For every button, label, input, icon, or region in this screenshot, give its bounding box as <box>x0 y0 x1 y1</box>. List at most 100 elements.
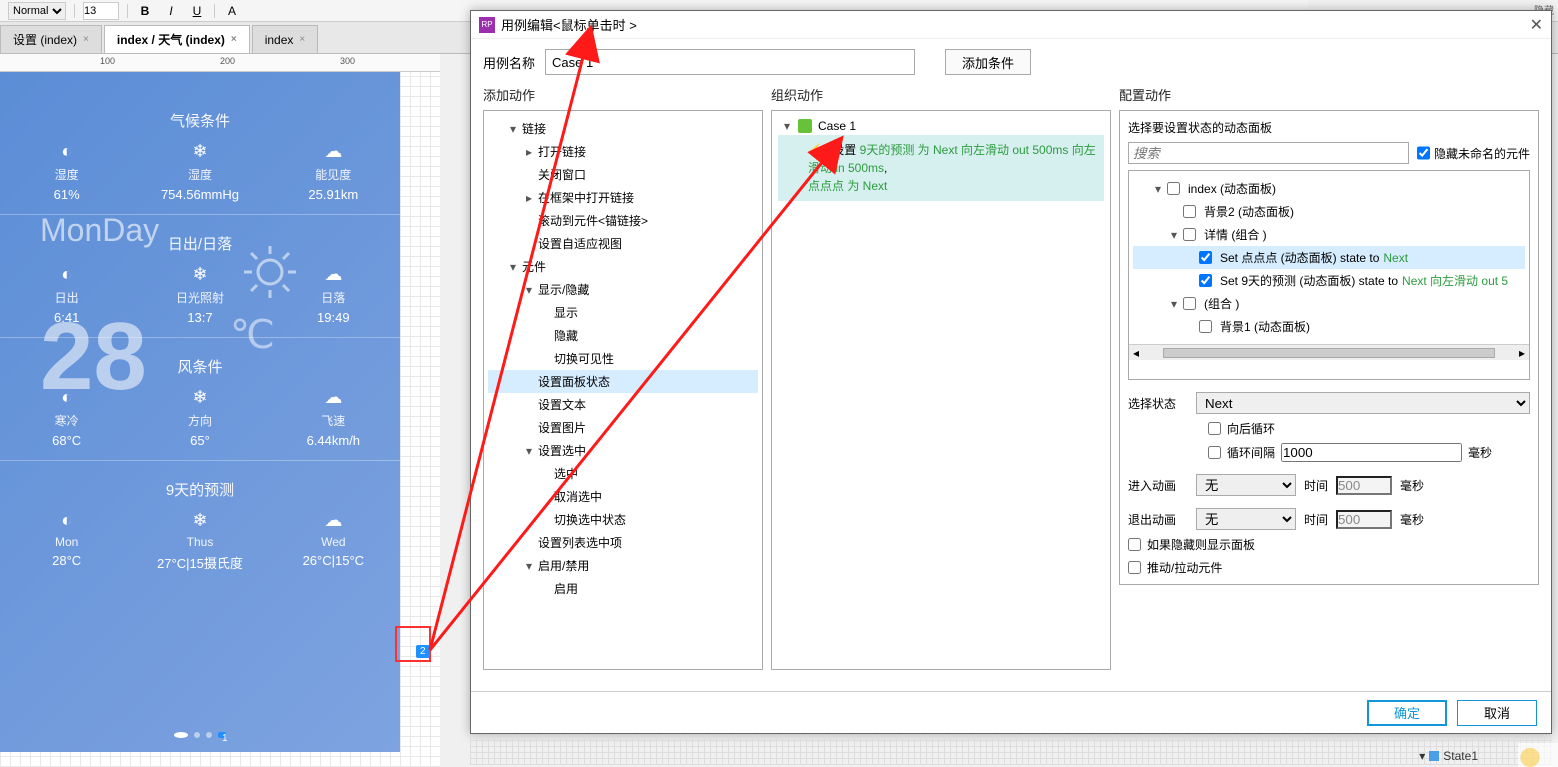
widget-tree-item[interactable]: Set 9天的预测 (动态面板) state to Next 向左滑动 out … <box>1133 269 1525 292</box>
style-dropdown[interactable]: Normal <box>8 2 66 20</box>
loop-back-checkbox[interactable] <box>1208 422 1221 435</box>
weather-cell: ☁飞速6.44km/h <box>267 387 399 448</box>
weather-icon: ☁ <box>324 510 342 531</box>
underline-btn[interactable]: U <box>188 2 206 20</box>
weather-icon: ☁ <box>324 264 342 285</box>
widget-tree-item[interactable]: ▾index (动态面板) <box>1133 177 1525 200</box>
anim-in-time-input[interactable] <box>1336 476 1392 495</box>
pagination-dots[interactable]: 1 <box>0 732 400 738</box>
push-pull-checkbox[interactable] <box>1128 561 1141 574</box>
action-tree-item[interactable]: ▾显示/隐藏 <box>488 278 758 301</box>
weather-cell: ❄方向65° <box>134 387 266 448</box>
weather-icon: ❄ <box>192 387 207 408</box>
widget-tree-item[interactable]: ▾详情 (组合 ) <box>1133 223 1525 246</box>
ok-button[interactable]: 确定 <box>1367 700 1447 726</box>
corner-decoration <box>1518 743 1558 767</box>
action-tree-item[interactable]: 设置列表选中项 <box>488 531 758 554</box>
tab-index[interactable]: index× <box>252 25 319 53</box>
case-header[interactable]: ▾ Case 1 <box>778 117 1104 135</box>
weather-cell: ☁能见度25.91km <box>267 141 399 202</box>
case-actions-panel[interactable]: ▾ Case 1 ⚡ 设置 9天的预测 为 Next 向左滑动 out 500m… <box>771 110 1111 670</box>
select-state-label: 选择状态 <box>1128 395 1188 412</box>
action-tree-item[interactable]: 滚动到元件<锚链接> <box>488 209 758 232</box>
widget-tree-item[interactable]: 背景1 (动态面板) <box>1133 315 1525 338</box>
add-action-title: 添加动作 <box>483 85 763 104</box>
widget-search-input[interactable] <box>1128 142 1409 164</box>
case-name-input[interactable] <box>545 49 915 75</box>
app-logo-icon: RP <box>479 17 495 33</box>
font-size-input[interactable] <box>83 2 119 20</box>
weather-icon: ☁ <box>324 141 342 162</box>
anim-in-label: 进入动画 <box>1128 477 1188 494</box>
bold-btn[interactable]: B <box>136 2 154 20</box>
close-icon[interactable]: × <box>231 34 237 45</box>
cancel-button[interactable]: 取消 <box>1457 700 1537 726</box>
widget-tree-item[interactable]: 背景2 (动态面板) <box>1133 200 1525 223</box>
configure-action-title: 配置动作 <box>1119 85 1539 104</box>
widgets-tree[interactable]: ▾index (动态面板)背景2 (动态面板)▾详情 (组合 )Set 点点点 … <box>1128 170 1530 380</box>
anim-out-dropdown[interactable]: 无 <box>1196 508 1296 530</box>
dialog-titlebar[interactable]: RP 用例编辑<鼠标单击时 > ✕ <box>471 11 1551 39</box>
italic-btn[interactable]: I <box>162 2 180 20</box>
canvas-area[interactable]: MonDay 28 ℃ 气候条件 ◐湿度61%❄湿度754.56mmHg☁能见度… <box>0 72 440 767</box>
widget-tree-item[interactable]: ▾(组合 ) <box>1133 292 1525 315</box>
action-tree-item[interactable]: ▸打开链接 <box>488 140 758 163</box>
action-tree-item[interactable]: 取消选中 <box>488 485 758 508</box>
action-item[interactable]: ⚡ 设置 9天的预测 为 Next 向左滑动 out 500ms 向左滑动 in… <box>778 135 1104 201</box>
action-tree-item[interactable]: ▾启用/禁用 <box>488 554 758 577</box>
weather-cell: ◐湿度61% <box>1 141 133 202</box>
weather-icon: ❄ <box>192 264 207 285</box>
weather-icon: ◐ <box>61 510 72 531</box>
loop-interval-checkbox[interactable] <box>1208 446 1221 459</box>
weather-icon: ◐ <box>61 264 72 285</box>
anim-out-time-input[interactable] <box>1336 510 1392 529</box>
lightning-icon: ⚡ <box>808 143 823 157</box>
action-tree-item[interactable]: 设置面板状态 <box>488 370 758 393</box>
tab-weather-index[interactable]: index / 天气 (index)× <box>104 25 250 53</box>
action-tree-item[interactable]: 选中 <box>488 462 758 485</box>
hide-unnamed-checkbox[interactable]: 隐藏未命名的元件 <box>1417 142 1530 164</box>
anim-in-dropdown[interactable]: 无 <box>1196 474 1296 496</box>
add-condition-btn[interactable]: 添加条件 <box>945 49 1031 75</box>
action-tree-item[interactable]: 切换选中状态 <box>488 508 758 531</box>
action-tree-item[interactable]: 设置自适应视图 <box>488 232 758 255</box>
action-tree-item[interactable]: 显示 <box>488 301 758 324</box>
forecast-section: 9天的预测 ◐Mon28°C❄Thus27°C|15摄氏度☁Wed26°C|15… <box>0 479 400 572</box>
horizontal-scrollbar[interactable]: ◂▸ <box>1129 344 1529 360</box>
action-tree-item[interactable]: ▾元件 <box>488 255 758 278</box>
organize-action-title: 组织动作 <box>771 85 1111 104</box>
close-icon[interactable]: × <box>83 34 89 45</box>
canvas-dotted-background <box>470 735 1552 765</box>
action-tree-item[interactable]: 设置文本 <box>488 393 758 416</box>
weather-cell: ❄Thus27°C|15摄氏度 <box>134 510 266 572</box>
tab-settings-index[interactable]: 设置 (index)× <box>0 25 102 53</box>
font-color-btn[interactable]: A <box>223 2 241 20</box>
action-tree-item[interactable]: 关闭窗口 <box>488 163 758 186</box>
loop-interval-input[interactable] <box>1281 443 1462 462</box>
state-tag[interactable]: ▾State1 <box>1419 749 1478 763</box>
weather-cell: ❄湿度754.56mmHg <box>134 141 266 202</box>
action-tree-item[interactable]: 设置图片 <box>488 416 758 439</box>
dialog-close-btn[interactable]: ✕ <box>1530 15 1543 35</box>
action-tree-item[interactable]: ▸在框架中打开链接 <box>488 186 758 209</box>
action-tree-item[interactable]: ▾链接 <box>488 117 758 140</box>
actions-tree-panel[interactable]: ▾链接▸打开链接关闭窗口▸在框架中打开链接滚动到元件<锚链接>设置自适应视图▾元… <box>483 110 763 670</box>
case-name-label: 用例名称 <box>483 53 535 72</box>
horizontal-ruler: 100 200 300 <box>0 54 440 72</box>
action-tree-item[interactable]: ▾设置选中 <box>488 439 758 462</box>
action-tree-item[interactable]: 启用 <box>488 577 758 600</box>
anim-out-label: 退出动画 <box>1128 511 1188 528</box>
show-if-hidden-checkbox[interactable] <box>1128 538 1141 551</box>
action-tree-item[interactable]: 隐藏 <box>488 324 758 347</box>
weather-widget[interactable]: MonDay 28 ℃ 气候条件 ◐湿度61%❄湿度754.56mmHg☁能见度… <box>0 72 400 752</box>
configure-panel: 选择要设置状态的动态面板 隐藏未命名的元件 ▾index (动态面板)背景2 (… <box>1119 110 1539 585</box>
close-icon[interactable]: × <box>299 34 305 45</box>
action-tree-item[interactable]: 切换可见性 <box>488 347 758 370</box>
case-icon <box>798 119 812 133</box>
dialog-title-text: 用例编辑<鼠标单击时 > <box>501 15 637 34</box>
climate-section: 气候条件 ◐湿度61%❄湿度754.56mmHg☁能见度25.91km <box>0 110 400 202</box>
widget-tree-item[interactable]: Set 点点点 (动态面板) state to Next <box>1133 246 1525 269</box>
select-state-dropdown[interactable]: Next <box>1196 392 1530 414</box>
weather-icon: ☁ <box>324 387 342 408</box>
weather-icon: ❄ <box>192 510 207 531</box>
